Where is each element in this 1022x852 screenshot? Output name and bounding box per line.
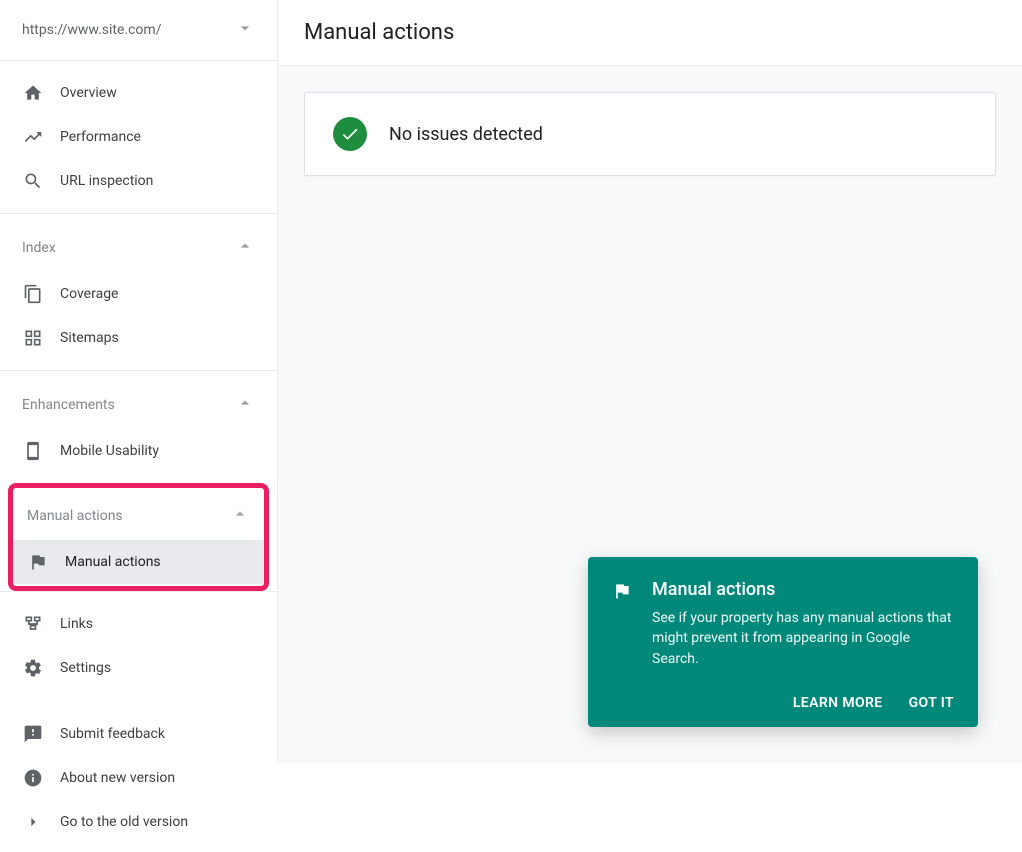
sidebar-item-url-inspection[interactable]: URL inspection [0, 159, 277, 203]
sidebar-item-label: Manual actions [65, 554, 161, 570]
learn-more-button[interactable]: LEARN MORE [793, 695, 883, 711]
sidebar: https://www.site.com/ Overview Performan… [0, 0, 278, 763]
sidebar-item-label: Performance [60, 129, 141, 145]
nav-group-top: Overview Performance URL inspection [0, 61, 277, 214]
flag-icon [27, 552, 49, 572]
mobile-icon [22, 441, 44, 461]
sidebar-item-label: URL inspection [60, 173, 153, 189]
sidebar-item-old-version[interactable]: Go to the old version [0, 800, 277, 844]
sidebar-item-label: About new version [60, 770, 175, 786]
nav-group-title: Index [22, 240, 56, 256]
sidebar-item-label: Overview [60, 85, 117, 101]
sitemap-icon [22, 328, 44, 348]
property-selector[interactable]: https://www.site.com/ [0, 0, 277, 61]
main-body: No issues detected Manual actions See if… [278, 66, 1022, 763]
sidebar-item-manual-actions[interactable]: Manual actions [13, 540, 264, 584]
chevron-up-icon [230, 504, 250, 528]
sidebar-item-mobile-usability[interactable]: Mobile Usability [0, 429, 277, 473]
search-icon [22, 171, 44, 191]
sidebar-item-sitemaps[interactable]: Sitemaps [0, 316, 277, 360]
nav-group-title: Enhancements [22, 397, 115, 413]
nav-group-header-enhancements[interactable]: Enhancements [0, 381, 277, 429]
sidebar-item-settings[interactable]: Settings [0, 646, 277, 690]
status-card: No issues detected [304, 92, 996, 176]
nav-group-header-manual[interactable]: Manual actions [13, 488, 264, 540]
sidebar-item-overview[interactable]: Overview [0, 71, 277, 115]
sidebar-item-performance[interactable]: Performance [0, 115, 277, 159]
check-icon [333, 117, 367, 151]
links-icon [22, 614, 44, 634]
nav-group-index: Index Coverage Sitemaps [0, 214, 277, 371]
home-icon [22, 83, 44, 103]
gear-icon [22, 658, 44, 678]
chevron-up-icon [235, 393, 255, 417]
nav-group-title: Manual actions [27, 508, 123, 524]
arrow-right-icon [22, 812, 44, 832]
status-message: No issues detected [389, 124, 543, 145]
got-it-button[interactable]: GOT IT [909, 695, 954, 711]
sidebar-item-label: Links [60, 616, 93, 632]
dropdown-caret-icon [235, 18, 255, 42]
feedback-icon [22, 724, 44, 744]
chevron-up-icon [235, 236, 255, 260]
trend-icon [22, 127, 44, 147]
sidebar-item-label: Coverage [60, 286, 118, 302]
main: Manual actions No issues detected Manual… [278, 0, 1022, 763]
nav-group-enhancements: Enhancements Mobile Usability [0, 371, 277, 483]
sidebar-footer: Submit feedback About new version Go to … [0, 704, 277, 852]
toast-title: Manual actions [652, 579, 954, 600]
pages-icon [22, 284, 44, 304]
sidebar-item-feedback[interactable]: Submit feedback [0, 712, 277, 756]
sidebar-item-label: Settings [60, 660, 111, 676]
flag-icon [612, 581, 634, 605]
sidebar-item-coverage[interactable]: Coverage [0, 272, 277, 316]
nav-group-bottom: Links Settings [0, 591, 277, 700]
info-toast: Manual actions See if your property has … [588, 557, 978, 727]
sidebar-item-label: Sitemaps [60, 330, 119, 346]
info-icon [22, 768, 44, 788]
toast-body: See if your property has any manual acti… [652, 608, 954, 669]
sidebar-item-label: Submit feedback [60, 726, 165, 742]
property-url: https://www.site.com/ [22, 22, 161, 38]
sidebar-item-label: Go to the old version [60, 814, 188, 830]
highlight-manual-actions: Manual actions Manual actions [8, 483, 269, 591]
page-title: Manual actions [278, 0, 1022, 66]
sidebar-item-links[interactable]: Links [0, 602, 277, 646]
nav-group-header-index[interactable]: Index [0, 224, 277, 272]
sidebar-item-label: Mobile Usability [60, 443, 159, 459]
